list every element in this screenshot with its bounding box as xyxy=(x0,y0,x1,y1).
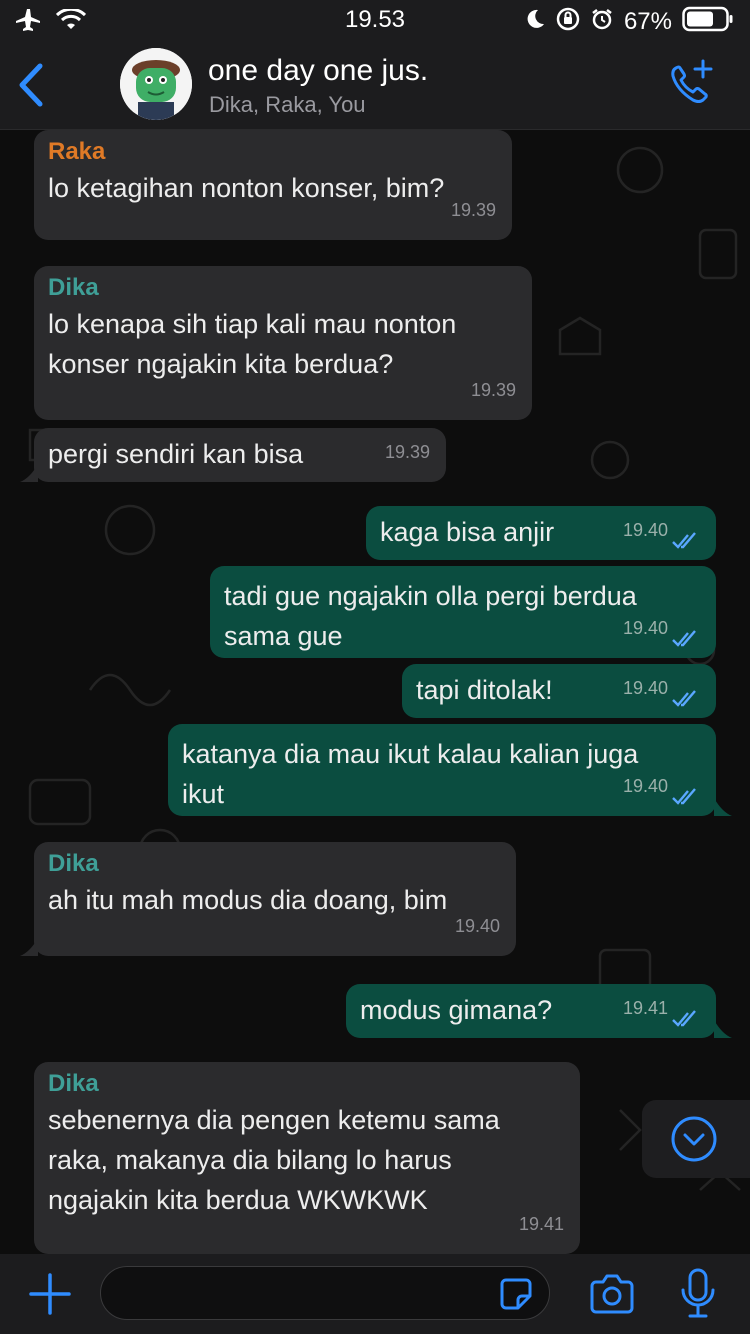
message-sender: Dika xyxy=(48,1070,99,1097)
camera-icon xyxy=(590,1274,634,1314)
group-avatar[interactable] xyxy=(120,48,192,120)
composer-bar xyxy=(0,1254,750,1334)
message-text: lo kenapa sih tiap kali mau nonton konse… xyxy=(48,309,457,379)
message-bubble[interactable]: Raka lo ketagihan nonton konser, bim? 19… xyxy=(34,130,512,240)
message-bubble[interactable]: katanya dia mau ikut kalau kalian juga i… xyxy=(168,724,716,816)
message-time: 19.40 xyxy=(622,520,668,540)
plus-icon xyxy=(29,1273,71,1315)
message-text: ah itu mah modus dia doang, bim xyxy=(48,885,448,915)
message-bubble[interactable]: kaga bisa anjir 19.40 xyxy=(366,506,716,560)
camera-button[interactable] xyxy=(588,1272,636,1316)
scroll-to-bottom-button[interactable] xyxy=(642,1100,750,1178)
bubble-tail xyxy=(20,938,38,956)
add-call-button[interactable] xyxy=(666,58,716,108)
read-receipt-icon xyxy=(672,630,696,647)
read-receipt-icon xyxy=(672,788,696,805)
message-text: lo ketagihan nonton konser, bim? xyxy=(48,173,445,203)
chat-title[interactable]: one day one jus. xyxy=(208,54,428,88)
battery-percentage: 67% xyxy=(623,7,672,35)
attach-button[interactable] xyxy=(28,1272,72,1316)
chat-header: one day one jus. Dika, Raka, You xyxy=(0,40,750,130)
microphone-icon xyxy=(681,1268,715,1318)
message-bubble[interactable]: tadi gue ngajakin olla pergi berdua sama… xyxy=(210,566,716,658)
bubble-tail xyxy=(714,1020,732,1038)
message-sender: Dika xyxy=(48,274,99,301)
message-text: sebenernya dia pengen ketemu sama raka, … xyxy=(48,1105,500,1215)
message-bubble[interactable]: Dika sebenernya dia pengen ketemu sama r… xyxy=(34,1062,580,1254)
chevron-down-circle-icon xyxy=(671,1116,717,1162)
message-bubble[interactable]: tapi ditolak! 19.40 xyxy=(402,664,716,718)
sticker-button[interactable] xyxy=(496,1274,536,1314)
back-button[interactable] xyxy=(14,60,48,110)
bubble-tail xyxy=(714,798,732,816)
message-time: 19.40 xyxy=(454,916,500,936)
message-text: pergi sendiri kan bisa xyxy=(48,439,304,469)
message-time: 19.40 xyxy=(622,776,668,796)
message-bubble[interactable]: Dika ah itu mah modus dia doang, bim 19.… xyxy=(34,842,516,956)
message-bubble[interactable]: Dika lo kenapa sih tiap kali mau nonton … xyxy=(34,266,532,420)
message-bubble[interactable]: modus gimana? 19.41 xyxy=(346,984,716,1038)
alarm-icon xyxy=(590,7,614,36)
chevron-left-icon xyxy=(19,63,43,107)
read-receipt-icon xyxy=(672,690,696,707)
message-time: 19.39 xyxy=(470,380,516,400)
battery-icon xyxy=(682,6,734,37)
voice-message-button[interactable] xyxy=(680,1268,716,1320)
message-time: 19.39 xyxy=(450,200,496,220)
phone-plus-icon xyxy=(671,59,713,103)
status-bar: 19.53 67% xyxy=(0,0,750,40)
message-input[interactable] xyxy=(100,1266,550,1320)
read-receipt-icon xyxy=(672,1010,696,1027)
message-sender: Dika xyxy=(48,850,99,877)
message-time: 19.41 xyxy=(622,998,668,1018)
do-not-disturb-icon xyxy=(524,8,546,35)
message-list[interactable]: Raka lo ketagihan nonton konser, bim? 19… xyxy=(0,130,750,1254)
orientation-lock-icon xyxy=(556,7,580,36)
message-time: 19.40 xyxy=(622,618,668,638)
sticker-icon xyxy=(500,1278,532,1310)
chat-participants[interactable]: Dika, Raka, You xyxy=(209,92,366,118)
bubble-tail xyxy=(20,464,38,482)
message-time: 19.39 xyxy=(384,442,430,462)
read-receipt-icon xyxy=(672,532,696,549)
message-time: 19.41 xyxy=(518,1214,564,1234)
message-time: 19.40 xyxy=(622,678,668,698)
message-sender: Raka xyxy=(48,138,106,165)
message-bubble[interactable]: pergi sendiri kan bisa 19.39 xyxy=(34,428,446,482)
